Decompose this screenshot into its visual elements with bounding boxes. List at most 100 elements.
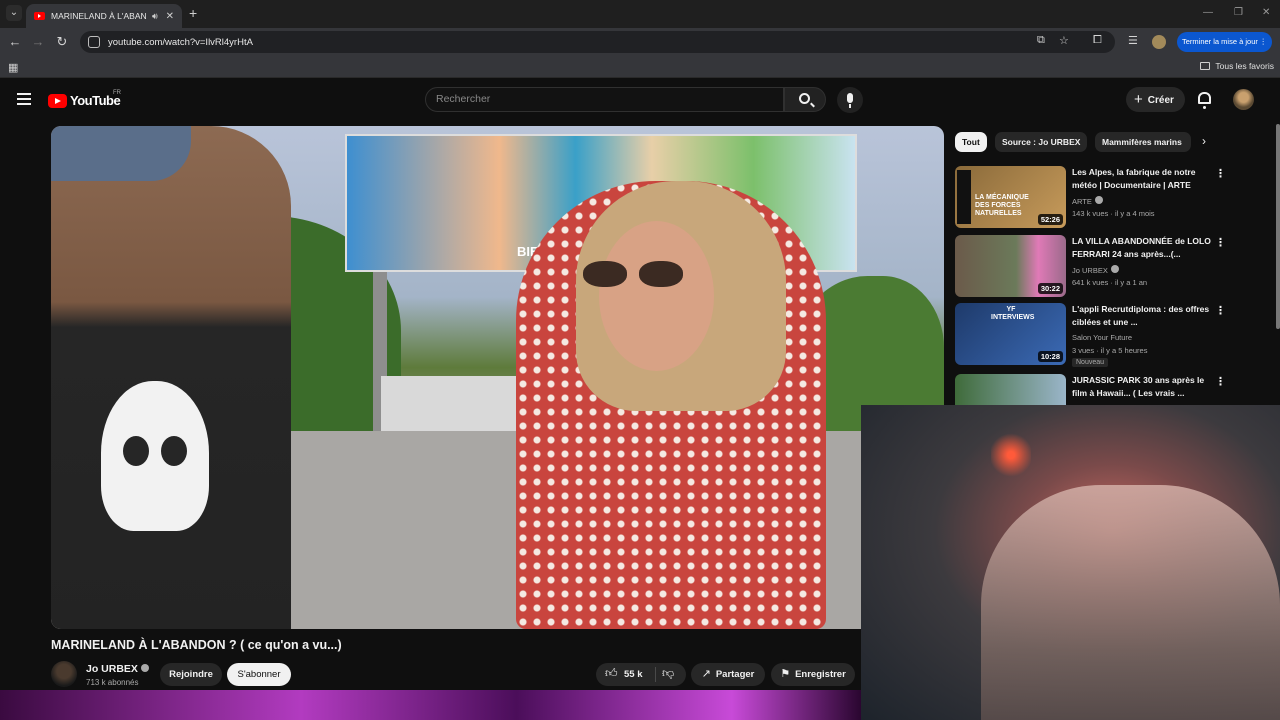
recommendation-item[interactable]: JURASSIC PARK 30 ans après le film à Haw… [955,374,1265,405]
webcam-person [981,485,1280,720]
plus-icon: + [1134,91,1143,108]
url-text[interactable]: youtube.com/watch?v=IlvRl4yrHtA [108,37,253,48]
search-input[interactable]: Rechercher [425,87,784,112]
recommendation-meta: 143 k vues · il y a 4 mois [1072,209,1155,218]
duration-badge: 30:22 [1037,283,1063,294]
channel-avatar[interactable] [51,661,77,687]
browser-tab[interactable]: MARINELAND À L'ABANDON ( ce qu'on a vu..… [26,4,182,28]
search-icon [799,93,810,104]
more-options-icon[interactable]: ⋮ [1215,236,1226,249]
recommendation-channel: Salon Your Future [1072,333,1133,342]
skull-graphic [101,381,209,531]
tab-search-icon[interactable]: ⌄ [6,5,22,21]
share-button[interactable]: ↗ Partager [691,663,765,686]
youtube-favicon-icon [34,12,45,20]
recommendation-title[interactable]: Les Alpes, la fabrique de notre météo | … [1072,166,1212,192]
recommendation-meta: 3 vues · il y a 5 heures [1072,346,1148,355]
arte-logo [957,170,971,224]
like-dislike-group: 👍︎ 55 k 👎︎ [596,663,686,686]
chip-source[interactable]: Source : Jo URBEX [995,132,1088,152]
dislike-icon[interactable]: 👎︎ [662,666,674,681]
duration-badge: 10:28 [1037,351,1063,362]
chip-marine-mammals[interactable]: Mammifères marins [1095,132,1191,152]
bookmarks-bar: ▦ Tous les favoris [0,56,1280,78]
extensions-icon[interactable]: ⧠ [1093,34,1102,47]
thumbnail-caption: LA MÉCANIQUE DES FORCES NATURELLES [975,194,1029,217]
recommendation-thumbnail[interactable]: LA MÉCANIQUE DES FORCES NATURELLES 52:26 [955,166,1066,228]
user-avatar[interactable] [1233,89,1254,110]
like-count[interactable]: 55 k [624,663,643,686]
channel-name-text[interactable]: Jo URBEX [86,663,138,675]
install-app-icon[interactable]: ⧉ [1037,34,1045,47]
address-bar[interactable]: youtube.com/watch?v=IlvRl4yrHtA [80,31,1115,53]
minimize-icon[interactable]: — [1203,7,1213,18]
reload-icon[interactable]: ↻ [54,34,70,50]
description-area-preview [0,690,861,720]
new-tab-button[interactable]: + [189,5,197,21]
create-button[interactable]: + Créer [1126,87,1185,112]
save-label: Enregistrer [795,669,846,680]
recommendation-item[interactable]: YF INTERVIEWS 10:28 L'appli Recrutdiplom… [955,303,1265,367]
verified-icon [140,664,149,672]
chevron-right-icon[interactable]: › [1202,134,1206,148]
back-icon[interactable]: ← [7,34,23,49]
apps-grid-icon[interactable]: ▦ [8,61,18,74]
microphone-icon [847,93,853,103]
browser-toolbar: ← → ↻ youtube.com/watch?v=IlvRl4yrHtA ⧉ … [0,28,1280,56]
voice-search-button[interactable] [837,87,863,113]
tab-title: MARINELAND À L'ABANDON ( ce qu'on a vu..… [51,11,146,21]
search-button[interactable] [784,87,826,112]
recommendation-title[interactable]: LA VILLA ABANDONNÉE de LOLO FERRARI 24 a… [1072,235,1212,261]
man-figure [51,126,291,629]
join-button[interactable]: Rejoindre [160,663,222,686]
youtube-header: YouTube FR Rechercher + Créer [0,78,1280,124]
country-code: FR [113,90,121,96]
site-info-icon[interactable] [88,36,100,48]
recommendation-thumbnail[interactable] [955,374,1066,405]
restore-icon[interactable]: ❐ [1234,7,1243,18]
woman-face [599,221,714,371]
subscribe-button[interactable]: S'abonner [227,663,291,686]
duration-badge: 52:26 [1037,214,1063,225]
recommendation-item[interactable]: 30:22 LA VILLA ABANDONNÉE de LOLO FERRAR… [955,235,1265,299]
update-button-label: Terminer la mise à jour [1182,37,1258,46]
more-options-icon[interactable]: ⋮ [1215,167,1226,180]
new-badge: Nouveau [1072,358,1109,367]
more-options-icon[interactable]: ⋮ [1215,304,1226,317]
chip-all[interactable]: Tout [955,132,987,152]
update-button[interactable]: Terminer la mise à jour ⋮ [1177,32,1272,52]
menu-dots-icon[interactable]: ⋮ [1260,32,1268,52]
cap [51,126,191,181]
save-button[interactable]: ⚑ Enregistrer [771,663,855,686]
all-bookmarks-label: Tous les favoris [1215,61,1274,71]
recommendation-title[interactable]: JURASSIC PARK 30 ans après le film à Haw… [1072,374,1212,400]
recommendation-thumbnail[interactable]: YF INTERVIEWS 10:28 [955,303,1066,365]
close-window-icon[interactable]: ✕ [1262,7,1270,18]
recommendation-item[interactable]: LA MÉCANIQUE DES FORCES NATURELLES 52:26… [955,166,1265,230]
notifications-bell-icon[interactable] [1198,92,1211,109]
menu-icon[interactable] [17,93,31,105]
share-label: Partager [715,669,755,680]
webcam-overlay [861,405,1280,720]
more-options-icon[interactable]: ⋮ [1215,375,1226,388]
browser-profile-avatar[interactable] [1152,35,1166,49]
reading-list-icon[interactable]: ☰ [1128,34,1138,47]
speaker-icon[interactable]: 🔊︎ [152,11,158,22]
all-bookmarks-folder[interactable]: Tous les favoris [1200,61,1274,71]
recommendation-thumbnail[interactable]: 30:22 [955,235,1066,297]
create-label: Créer [1147,95,1174,106]
page-scrollbar[interactable] [1276,124,1280,329]
like-icon[interactable]: 👍︎ [605,666,618,681]
forward-icon[interactable]: → [30,34,46,49]
channel-name[interactable]: Jo URBEX [86,663,149,675]
video-player[interactable]: BIENVENUE [51,126,944,629]
youtube-play-icon [48,93,67,108]
recommendation-title[interactable]: L'appli Recrutdiploma : des offres ciblé… [1072,303,1212,329]
youtube-logo[interactable]: YouTube [48,93,121,108]
webcam-light [991,425,1031,485]
close-tab-icon[interactable]: ✕ [166,11,174,22]
folder-icon [1200,62,1211,70]
recommendation-meta: 641 k vues · il y a 1 an [1072,278,1148,287]
verified-icon [1110,265,1119,273]
bookmark-star-icon[interactable]: ☆ [1059,34,1069,47]
